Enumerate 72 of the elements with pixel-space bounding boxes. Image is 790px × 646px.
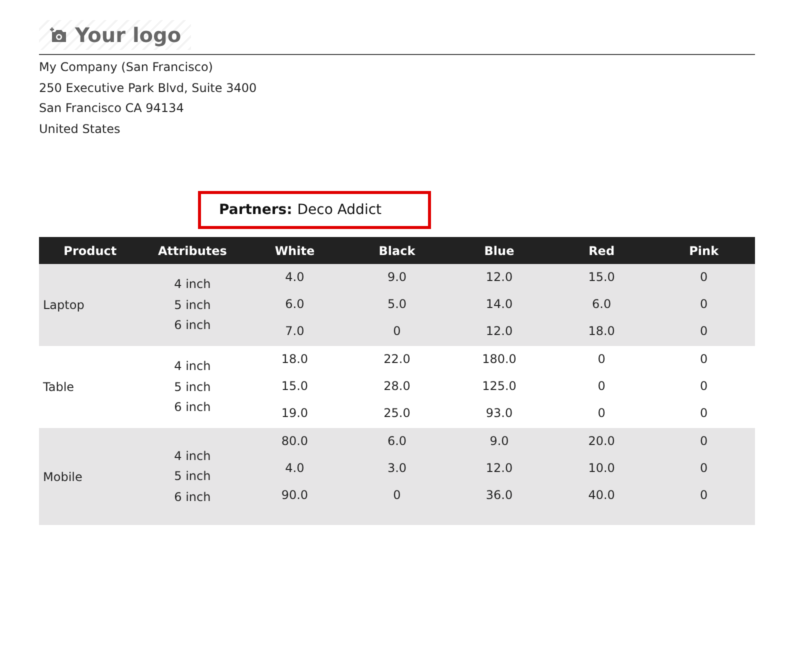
quantity-value: 36.0 [486,488,513,502]
quantity-value: 28.0 [384,379,410,393]
quantity-value: 15.0 [588,270,615,284]
quantity-value: 6.0 [387,434,407,448]
attribute-value: 4 inch [174,359,211,374]
quantity-value: 0 [700,270,708,284]
column-header: Attributes [158,244,227,258]
quantity-value: 3.0 [387,461,407,475]
quantity-value: 80.0 [281,434,308,448]
address-line: 250 Executive Park Blvd, Suite 3400 [39,80,258,96]
column-header: Red [588,244,615,258]
quantity-value: 0 [700,434,708,448]
quantity-value: 9.0 [387,270,407,284]
quantity-value: 0 [598,379,606,393]
quantity-value: 12.0 [486,324,513,338]
quantity-value: 7.0 [285,324,304,338]
quantity-value: 22.0 [384,352,410,366]
attribute-value: 4 inch [174,448,211,463]
quantity-value: 0 [700,297,708,311]
quantity-value: 93.0 [486,406,513,420]
quantity-value: 18.0 [588,324,615,338]
attribute-value: 6 inch [174,400,211,414]
quantity-value: 0 [393,488,401,502]
attribute-value: 5 inch [174,298,211,312]
quantity-value: 14.0 [486,297,513,311]
product-name: Laptop [43,298,84,312]
quantity-value: 0 [700,324,708,338]
attribute-value: 5 inch [174,469,211,484]
column-header: Black [378,244,416,258]
partner-name: Deco Addict [297,202,382,218]
quantity-value: 15.0 [281,379,308,393]
quantity-value: 4.0 [285,270,304,284]
address-line: United States [39,120,122,138]
quantity-value: 10.0 [588,461,615,475]
quantity-value: 0 [700,461,708,475]
attribute-value: 5 inch [174,380,211,394]
quantity-value: 19.0 [281,406,308,420]
quantity-value: 90.0 [281,488,308,502]
product-name: Table [43,380,74,394]
product-name: Mobile [43,470,82,484]
quantity-value: 0 [393,324,401,338]
attribute-value: 6 inch [174,490,211,504]
quantity-value: 6.0 [285,297,304,311]
quantity-value: 40.0 [588,488,615,502]
quantity-value: 180.0 [482,352,516,366]
quantity-value: 6.0 [592,297,612,311]
quantity-value: 12.0 [486,461,513,475]
quantity-value: 12.0 [486,270,513,284]
quantity-value: 18.0 [281,352,308,366]
column-header: White [274,244,315,258]
quantity-value: 4.0 [285,461,304,475]
quantity-value: 9.0 [490,434,509,448]
attribute-value: 4 inch [174,277,211,292]
partner-label: Partners: [219,202,292,218]
quantity-value: 0 [598,352,606,366]
address-line: My Company (San Francisco) [39,59,214,76]
quantity-value: 0 [700,379,708,393]
quantity-value: 125.0 [482,379,516,393]
quantity-value: 0 [700,488,708,502]
quantity-value: 0 [700,406,708,420]
attribute-value: 6 inch [174,318,211,332]
quantity-value: 20.0 [588,434,615,448]
column-header: Pink [689,244,719,258]
quantity-value: 0 [700,352,708,366]
column-header: Product [64,244,117,258]
camera-icon [49,27,67,43]
address-line: San Francisco CA 94134 [39,100,185,117]
logo-text: Your logo [75,23,182,47]
column-header: Blue [484,244,514,258]
quantity-value: 5.0 [387,297,407,311]
quantity-value: 0 [598,406,606,420]
quantity-value: 25.0 [384,406,410,420]
